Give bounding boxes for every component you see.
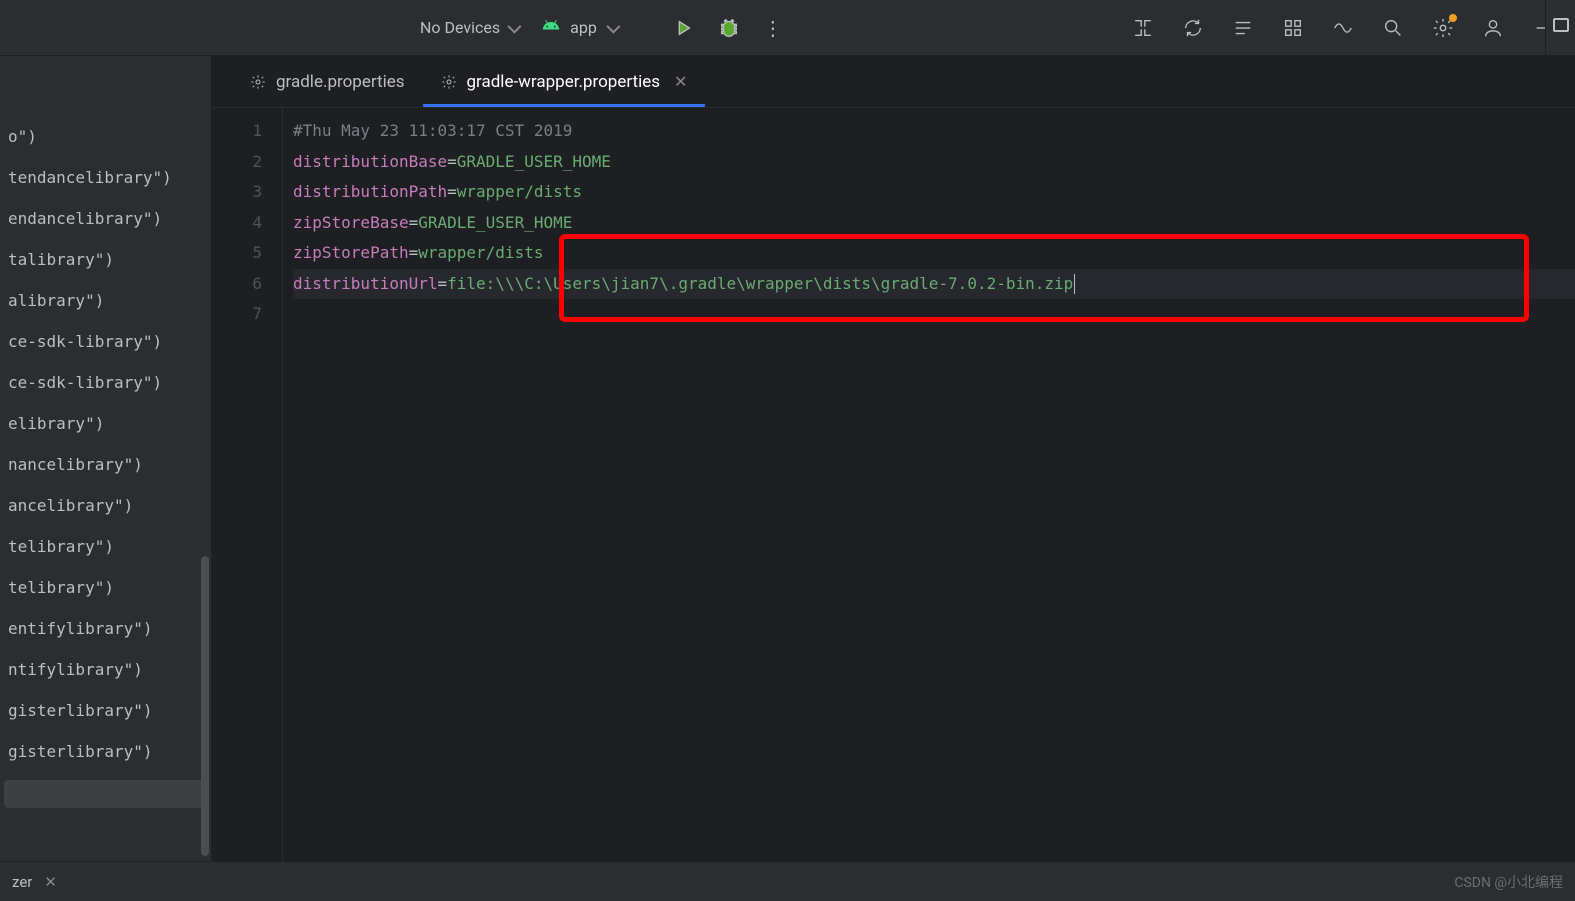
more-actions-button[interactable]: ⋮ [763, 16, 785, 40]
line-number: 6 [212, 269, 262, 300]
agp-icon[interactable] [1331, 16, 1355, 40]
build-icon[interactable] [1281, 16, 1305, 40]
sidebar-item[interactable]: nancelibrary") [0, 444, 211, 485]
line-number: 5 [212, 238, 262, 269]
sidebar-item[interactable]: gisterlibrary") [0, 690, 211, 731]
code-line[interactable] [293, 299, 1575, 330]
code-line[interactable]: zipStoreBase=GRADLE_USER_HOME [293, 208, 1575, 239]
profile-icon[interactable] [1481, 16, 1505, 40]
android-icon [542, 16, 560, 39]
top-toolbar: No Devices app ⋮ [0, 0, 1575, 56]
sidebar-item[interactable]: telibrary") [0, 567, 211, 608]
sidebar-item[interactable]: tendancelibrary") [0, 157, 211, 198]
device-selector[interactable]: No Devices [420, 18, 518, 37]
sidebar-item[interactable]: entifylibrary") [0, 608, 211, 649]
watermark-text: CSDN @小北编程 [1454, 872, 1563, 892]
device-label: No Devices [420, 18, 500, 37]
code-line[interactable]: zipStorePath=wrapper/dists [293, 238, 1575, 269]
sidebar-item[interactable]: ce-sdk-library") [0, 321, 211, 362]
sidebar-item[interactable]: gisterlibrary") [0, 731, 211, 772]
code-line[interactable]: distributionPath=wrapper/dists [293, 177, 1575, 208]
line-number: 2 [212, 147, 262, 178]
text-cursor [1074, 274, 1075, 294]
code-line[interactable]: distributionUrl=file:\\\C:\Users\jian7\.… [293, 269, 1575, 300]
line-number: 3 [212, 177, 262, 208]
sidebar-item[interactable]: endancelibrary") [0, 198, 211, 239]
project-sidebar: o")tendancelibrary")endancelibrary")tali… [0, 56, 212, 861]
sidebar-selection[interactable] [4, 780, 203, 808]
gear-icon [250, 74, 266, 90]
tab-label: gradle-wrapper.properties [467, 72, 661, 92]
chevron-down-icon [507, 19, 521, 33]
run-config-label: app [570, 18, 597, 37]
code-line[interactable]: #Thu May 23 11:03:17 CST 2019 [293, 116, 1575, 147]
sidebar-item[interactable]: ce-sdk-library") [0, 362, 211, 403]
sidebar-item[interactable]: ntifylibrary") [0, 649, 211, 690]
chevron-down-icon [606, 19, 620, 33]
code-editor[interactable]: #Thu May 23 11:03:17 CST 2019distributio… [282, 108, 1575, 861]
tab-label: gradle.properties [276, 72, 405, 92]
window-restore-icon[interactable] [1553, 18, 1569, 32]
editor-tab[interactable]: gradle-wrapper.properties ✕ [423, 56, 706, 107]
right-edge-bar [1545, 0, 1575, 55]
sidebar-scrollbar[interactable] [201, 556, 209, 856]
editor-tab-bar: gradle.properties gradle-wrapper.properti… [212, 56, 1575, 108]
sidebar-item[interactable]: o") [0, 116, 211, 157]
editor-tab[interactable]: gradle.properties [232, 56, 423, 107]
sidebar-item[interactable]: ancelibrary") [0, 485, 211, 526]
run-config-selector[interactable]: app [542, 16, 617, 39]
line-number: 7 [212, 299, 262, 330]
list-icon[interactable] [1231, 16, 1255, 40]
bottom-tool-label[interactable]: zer [12, 873, 32, 891]
sidebar-item[interactable]: elibrary") [0, 403, 211, 444]
debug-button[interactable] [717, 16, 741, 40]
reload-icon[interactable] [1181, 16, 1205, 40]
settings-icon[interactable] [1431, 16, 1455, 40]
status-bar: zer ✕ CSDN @小北编程 [0, 861, 1575, 901]
sidebar-item[interactable]: alibrary") [0, 280, 211, 321]
search-icon[interactable] [1381, 16, 1405, 40]
sidebar-item[interactable]: telibrary") [0, 526, 211, 567]
run-button[interactable] [671, 16, 695, 40]
line-number: 4 [212, 208, 262, 239]
close-icon[interactable]: ✕ [674, 72, 687, 91]
code-line[interactable]: distributionBase=GRADLE_USER_HOME [293, 147, 1575, 178]
gear-icon [441, 74, 457, 90]
sidebar-item[interactable]: talibrary") [0, 239, 211, 280]
line-gutter: 1234567 [212, 108, 282, 861]
line-number: 1 [212, 116, 262, 147]
code-with-me-icon[interactable] [1131, 16, 1155, 40]
close-icon[interactable]: ✕ [44, 873, 57, 891]
